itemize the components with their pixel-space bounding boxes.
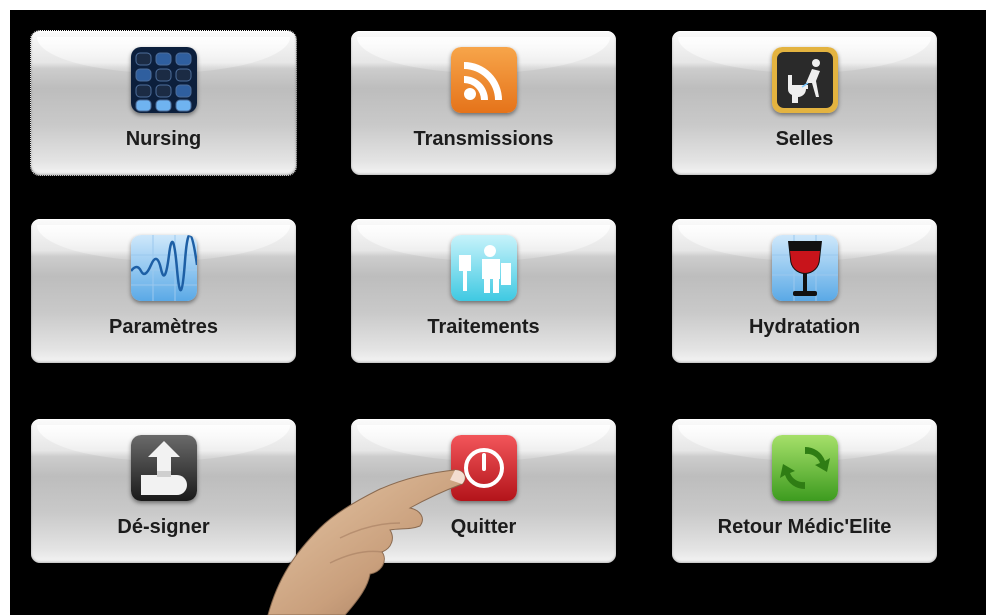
- selles-button[interactable]: Selles: [672, 31, 937, 175]
- transmissions-label: Transmissions: [413, 128, 554, 150]
- hydratation-label: Hydratation: [748, 316, 861, 338]
- traitements-label: Traitements: [427, 316, 540, 338]
- traitements-button[interactable]: Traitements: [351, 219, 616, 363]
- retour-medic-elite-label: Retour Médic'Elite: [717, 516, 892, 538]
- selles-label: Selles: [775, 128, 834, 150]
- pharmacy-icon: [450, 235, 517, 301]
- parametres-label: Paramètres: [109, 316, 218, 338]
- sign-out-icon: [130, 435, 197, 501]
- nursing-label: Nursing: [125, 128, 202, 150]
- transmissions-button[interactable]: Transmissions: [351, 31, 616, 175]
- retour-medic-elite-button[interactable]: Retour Médic'Elite: [672, 419, 937, 563]
- keypad-icon: [130, 47, 197, 113]
- refresh-icon: [771, 435, 838, 501]
- parametres-button[interactable]: Paramètres: [31, 219, 296, 363]
- toilet-icon: [771, 47, 838, 113]
- nursing-button[interactable]: Nursing: [30, 30, 297, 176]
- rss-icon: [450, 47, 517, 113]
- pointing-hand-image: [267, 469, 466, 615]
- hydratation-button[interactable]: Hydratation: [672, 219, 937, 363]
- chart-icon: [130, 235, 197, 301]
- glass-icon: [771, 235, 838, 301]
- menu-screen: Nursing Transmissions Selles Paramètres …: [10, 10, 986, 615]
